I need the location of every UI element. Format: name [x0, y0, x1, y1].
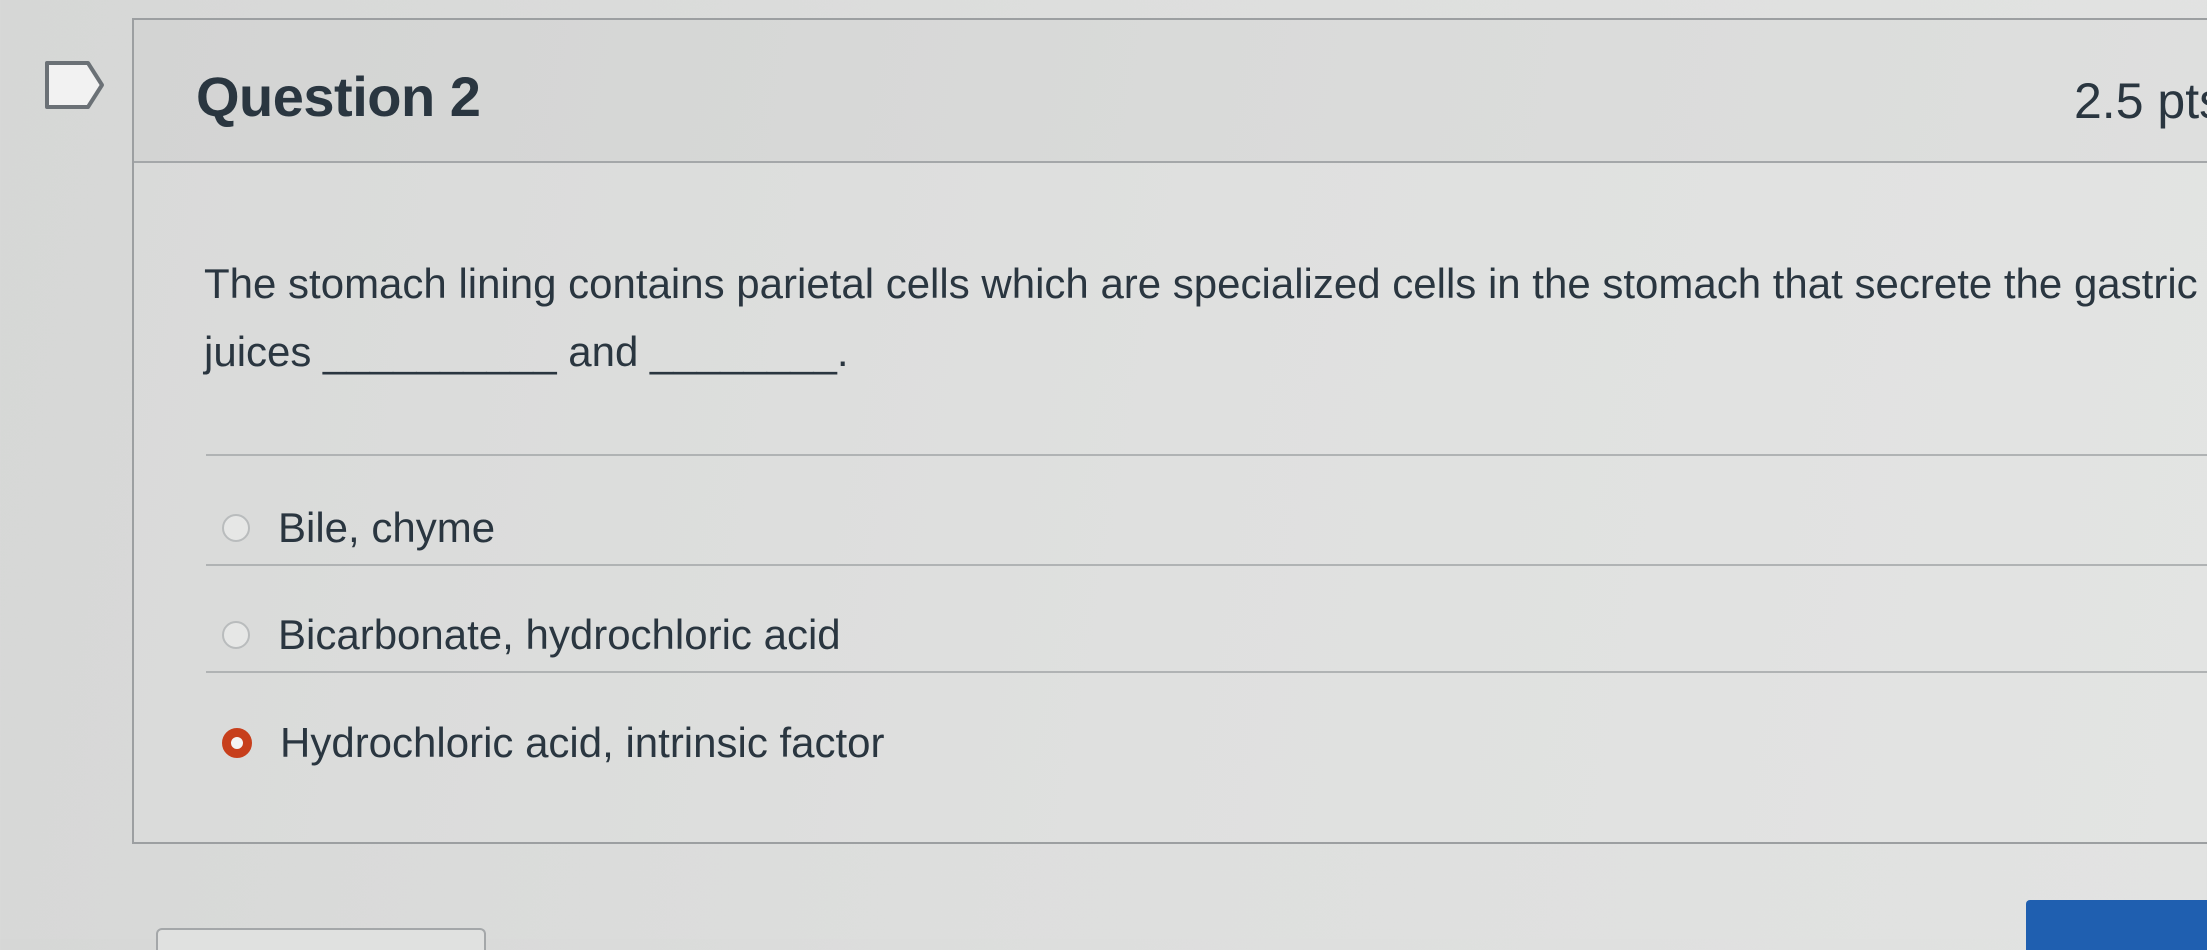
answer-label: Hydrochloric acid, intrinsic factor: [280, 719, 885, 766]
answer-divider: [206, 671, 2207, 673]
answer-option-3[interactable]: Hydrochloric acid, intrinsic factor: [222, 713, 885, 773]
answer-option-1[interactable]: Bile, chyme: [222, 498, 495, 558]
question-title: Question 2: [196, 65, 481, 128]
radio-empty-icon[interactable]: [222, 514, 250, 542]
question-card: Question 2 2.5 pts The stomach lining co…: [132, 18, 2207, 844]
question-header: Question 2 2.5 pts: [134, 20, 2207, 163]
radio-filled-icon[interactable]: [222, 728, 252, 758]
answer-label: Bicarbonate, hydrochloric acid: [278, 611, 841, 658]
answer-divider: [206, 564, 2207, 566]
previous-question-card-edge: [156, 928, 486, 950]
question-points: 2.5 pts: [2074, 73, 2207, 129]
answer-divider: [206, 454, 2207, 456]
answer-option-2[interactable]: Bicarbonate, hydrochloric acid: [222, 605, 841, 665]
answer-label: Bile, chyme: [278, 504, 496, 551]
flag-question-icon[interactable]: [44, 60, 106, 110]
radio-empty-icon[interactable]: [222, 621, 250, 649]
question-text: The stomach lining contains parietal cel…: [204, 260, 2198, 375]
next-button[interactable]: [2026, 900, 2207, 950]
